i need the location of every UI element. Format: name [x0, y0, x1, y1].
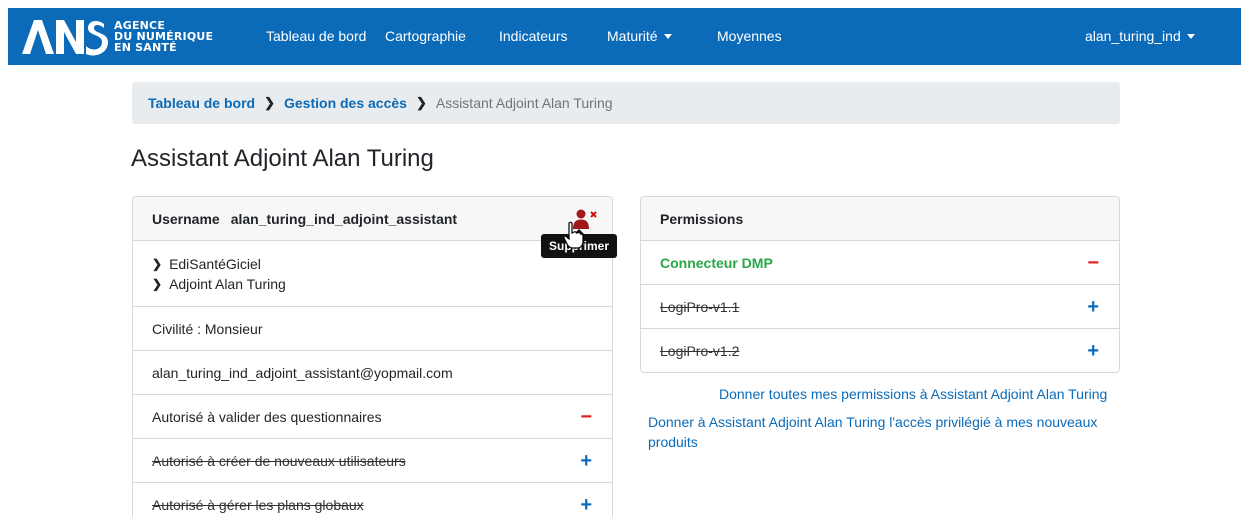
email-text: alan_turing_ind_adjoint_assistant@yopmai…: [152, 364, 453, 381]
civility-text: Civilité : Monsieur: [152, 320, 263, 337]
right-label: Autorisé à gérer les plans globaux: [152, 496, 364, 513]
nav-moyennes[interactable]: Moyennes: [717, 28, 782, 44]
permission-label: Connecteur DMP: [660, 254, 773, 271]
logo-line-1: AGENCE: [114, 18, 166, 32]
chevron-right-icon: ❯: [152, 256, 163, 271]
ans-logo[interactable]: AGENCE DU NUMÉRIQUE EN SANTÉ: [20, 12, 213, 60]
right-row-create-users: Autorisé à créer de nouveaux utilisateur…: [133, 439, 612, 483]
breadcrumb-current: Assistant Adjoint Alan Turing: [435, 95, 613, 111]
list-item[interactable]: ❯ EdiSantéGiciel: [152, 254, 261, 274]
chevron-right-icon: ❯: [264, 95, 275, 110]
nav-cartographie[interactable]: Cartographie: [385, 28, 466, 44]
right-label: Autorisé à créer de nouveaux utilisateur…: [152, 452, 406, 469]
permission-row: LogiPro-v1.1 +: [641, 285, 1119, 329]
grant-permission-button[interactable]: +: [1087, 341, 1099, 361]
revoke-right-button[interactable]: −: [580, 407, 592, 427]
nav-indicateurs[interactable]: Indicateurs: [499, 28, 567, 44]
nav-tableau-de-bord[interactable]: Tableau de bord: [266, 28, 366, 44]
list-item[interactable]: ❯ Adjoint Alan Turing: [152, 274, 286, 294]
civility-row: Civilité : Monsieur: [133, 307, 612, 351]
hand-pointer-icon: [563, 221, 584, 249]
user-menu-dropdown[interactable]: alan_turing_ind: [1085, 28, 1195, 44]
breadcrumb-tableau-de-bord[interactable]: Tableau de bord: [148, 95, 255, 111]
permissions-card: Permissions Connecteur DMP − LogiPro-v1.…: [640, 196, 1120, 373]
chevron-down-icon: [1186, 34, 1195, 39]
give-all-permissions-link[interactable]: Donner toutes mes permissions à Assistan…: [719, 384, 1107, 404]
logo-text: AGENCE DU NUMÉRIQUE EN SANTÉ: [114, 20, 213, 53]
permission-row: Connecteur DMP −: [641, 241, 1119, 285]
email-row: alan_turing_ind_adjoint_assistant@yopmai…: [133, 351, 612, 395]
grant-right-button[interactable]: +: [580, 451, 592, 471]
permission-row: LogiPro-v1.2 +: [641, 329, 1119, 372]
nav-maturite-dropdown[interactable]: Maturité: [607, 28, 672, 44]
page-title: Assistant Adjoint Alan Turing: [131, 145, 434, 172]
right-row-global-plans: Autorisé à gérer les plans globaux +: [133, 483, 612, 517]
user-card-header: Username alan_turing_ind_adjoint_assista…: [133, 197, 612, 241]
breadcrumb: Tableau de bord ❯ Gestion des accès ❯ As…: [132, 82, 1120, 124]
right-label: Autorisé à valider des questionnaires: [152, 408, 382, 425]
organization-name: Adjoint Alan Turing: [169, 275, 286, 292]
grant-right-button[interactable]: +: [580, 495, 592, 515]
permission-label: LogiPro-v1.1: [660, 298, 740, 315]
username-value: alan_turing_ind_adjoint_assistant: [230, 210, 458, 227]
organization-name: EdiSantéGiciel: [169, 255, 261, 272]
grant-permission-button[interactable]: +: [1087, 297, 1099, 317]
ans-logo-icon: [22, 20, 108, 56]
chevron-down-icon: [663, 34, 672, 39]
logo-line-2: DU NUMÉRIQUE: [114, 29, 214, 43]
breadcrumb-gestion-des-acces[interactable]: Gestion des accès: [284, 95, 407, 111]
nav-maturite-label: Maturité: [607, 28, 658, 44]
top-navbar: AGENCE DU NUMÉRIQUE EN SANTÉ Tableau de …: [8, 8, 1241, 65]
permissions-header: Permissions: [641, 197, 1119, 241]
logo-line-3: EN SANTÉ: [114, 40, 177, 54]
permissions-title: Permissions: [660, 210, 744, 227]
permission-label: LogiPro-v1.2: [660, 343, 740, 359]
chevron-right-icon: ❯: [152, 276, 163, 291]
username-label: Username: [152, 210, 220, 227]
chevron-right-icon: ❯: [415, 95, 427, 110]
give-privileged-access-link[interactable]: Donner à Assistant Adjoint Alan Turing l…: [648, 412, 1108, 452]
right-row-validate: Autorisé à valider des questionnaires −: [133, 395, 612, 439]
user-menu-label: alan_turing_ind: [1085, 28, 1181, 44]
revoke-permission-button[interactable]: −: [1087, 253, 1099, 273]
